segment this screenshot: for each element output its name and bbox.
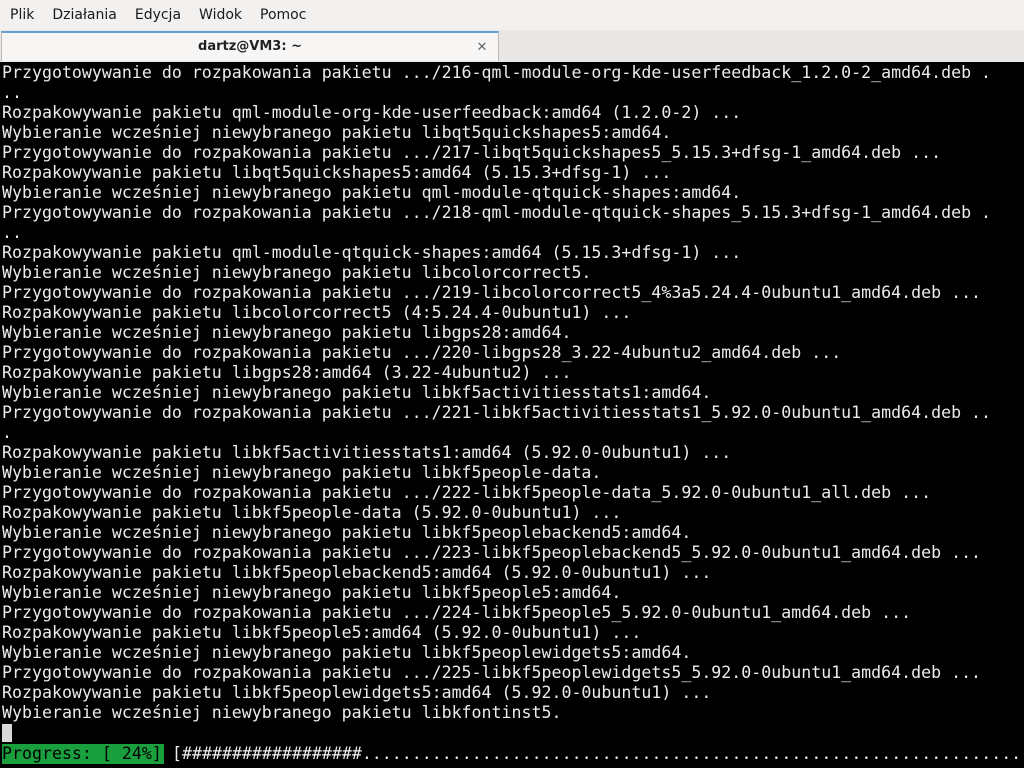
terminal-line: Wybieranie wcześniej niewybranego pakiet… — [2, 583, 622, 602]
terminal-line: .. — [2, 223, 22, 242]
terminal-line: Przygotowywanie do rozpakowania pakietu … — [2, 63, 992, 82]
tab-strip: dartz@VM3: ~ ✕ — [0, 30, 1024, 63]
terminal-line: Rozpakowywanie pakietu qml-module-qtquic… — [2, 243, 742, 262]
tab-title: dartz@VM3: ~ — [198, 39, 302, 54]
terminal-line: Wybieranie wcześniej niewybranego pakiet… — [2, 523, 692, 542]
terminal-line: . — [2, 423, 12, 442]
terminal-line: Wybieranie wcześniej niewybranego pakiet… — [2, 643, 692, 662]
menu-widok[interactable]: Widok — [190, 0, 251, 30]
terminal-line: Przygotowywanie do rozpakowania pakietu … — [2, 343, 842, 362]
terminal-line: Rozpakowywanie pakietu libkf5peoplewidge… — [2, 683, 712, 702]
terminal-line: Rozpakowywanie pakietu libqt5quickshapes… — [2, 163, 672, 182]
terminal-tab[interactable]: dartz@VM3: ~ ✕ — [1, 31, 499, 61]
terminal-line: Przygotowywanie do rozpakowania pakietu … — [2, 203, 992, 222]
terminal-view[interactable]: Przygotowywanie do rozpakowania pakietu … — [0, 62, 1024, 768]
progress-label: Progress: [ 24%] — [2, 744, 164, 764]
terminal-line: Przygotowywanie do rozpakowania pakietu … — [2, 543, 982, 562]
cursor-line — [2, 723, 1024, 743]
terminal-line: Przygotowywanie do rozpakowania pakietu … — [2, 603, 912, 622]
terminal-line: Przygotowywanie do rozpakowania pakietu … — [2, 483, 932, 502]
text-cursor — [2, 724, 12, 742]
terminal-line: Wybieranie wcześniej niewybranego pakiet… — [2, 183, 742, 202]
menu-plik[interactable]: Plik — [0, 0, 43, 30]
terminal-output: Przygotowywanie do rozpakowania pakietu … — [2, 63, 1024, 743]
terminal-line: Wybieranie wcześniej niewybranego pakiet… — [2, 383, 712, 402]
terminal-line: Przygotowywanie do rozpakowania pakietu … — [2, 663, 982, 682]
progress-bar: [##################.....................… — [172, 744, 1024, 763]
terminal-line: Rozpakowywanie pakietu libkf5people-data… — [2, 503, 622, 522]
menu-pomoc[interactable]: Pomoc — [251, 0, 315, 30]
progress-row: Progress: [ 24%] [##################....… — [0, 744, 1024, 764]
terminal-line: Wybieranie wcześniej niewybranego pakiet… — [2, 323, 572, 342]
terminal-line: Przygotowywanie do rozpakowania pakietu … — [2, 143, 942, 162]
menu-edycja[interactable]: Edycja — [126, 0, 190, 30]
terminal-line: Przygotowywanie do rozpakowania pakietu … — [2, 283, 982, 302]
terminal-line: Wybieranie wcześniej niewybranego pakiet… — [2, 463, 602, 482]
terminal-line: Rozpakowywanie pakietu libgps28:amd64 (3… — [2, 363, 572, 382]
menu-bar: Plik Działania Edycja Widok Pomoc — [0, 0, 1024, 30]
terminal-line: Rozpakowywanie pakietu libcolorcorrect5 … — [2, 303, 632, 322]
terminal-line: Rozpakowywanie pakietu libkf5activitiess… — [2, 443, 732, 462]
terminal-line: Wybieranie wcześniej niewybranego pakiet… — [2, 263, 592, 282]
terminal-line: Rozpakowywanie pakietu libkf5peoplebacke… — [2, 563, 712, 582]
terminal-line: .. — [2, 83, 22, 102]
menu-dzialania[interactable]: Działania — [43, 0, 126, 30]
terminal-line: Wybieranie wcześniej niewybranego pakiet… — [2, 123, 672, 142]
terminal-line: Rozpakowywanie pakietu qml-module-org-kd… — [2, 103, 742, 122]
terminal-line: Przygotowywanie do rozpakowania pakietu … — [2, 403, 992, 422]
terminal-line: Rozpakowywanie pakietu libkf5people5:amd… — [2, 623, 642, 642]
terminal-line: Wybieranie wcześniej niewybranego pakiet… — [2, 703, 562, 722]
close-icon[interactable]: ✕ — [474, 39, 490, 55]
